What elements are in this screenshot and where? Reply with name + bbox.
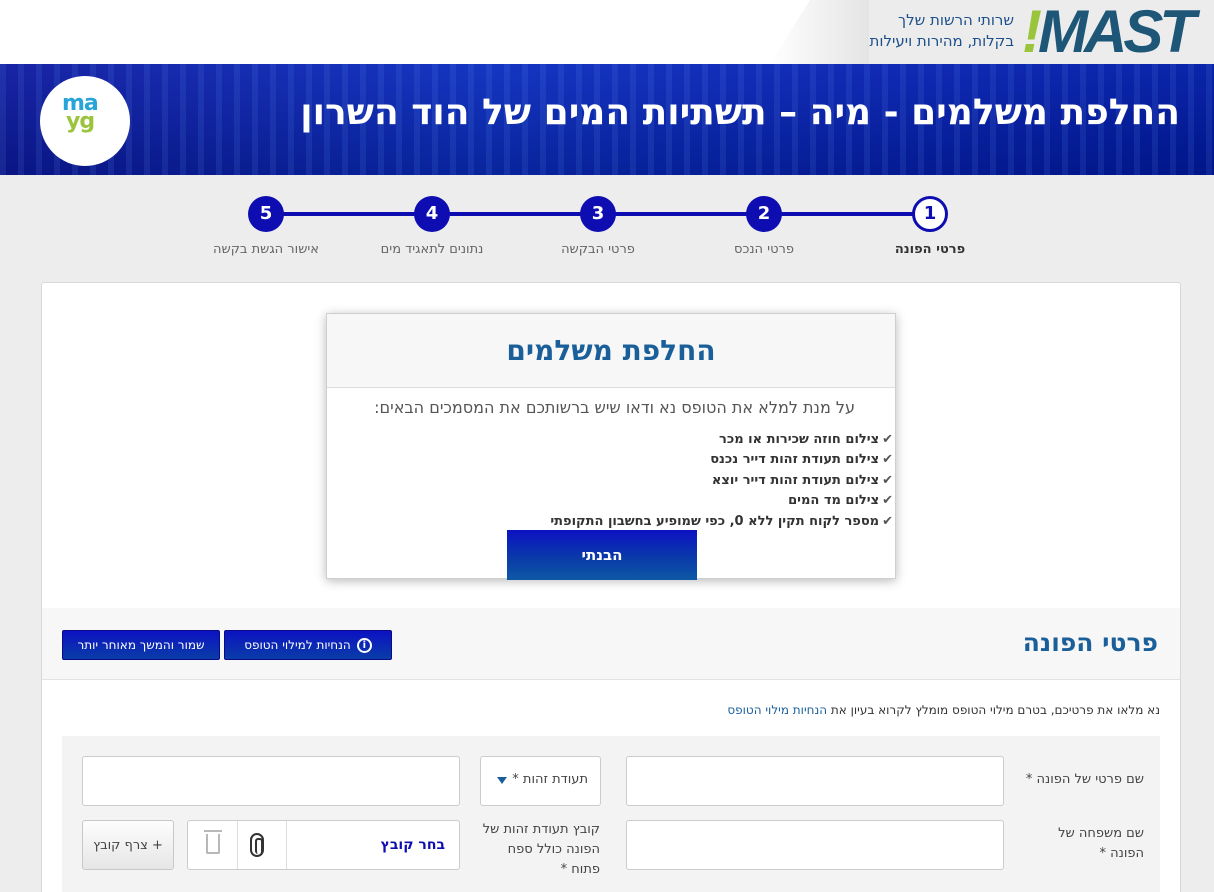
list-item: ✔מספר לקוח תקין ללא 0, כפי שמופיע בחשבון…	[550, 512, 893, 532]
check-icon: ✔	[882, 493, 893, 509]
divider	[286, 821, 287, 869]
trash-icon[interactable]	[204, 830, 222, 854]
first-name-label: שם פרטי של הפונה *	[1025, 772, 1144, 787]
tagline-line-2: בקלות, מהירות ויעילות	[869, 32, 1015, 50]
list-item-text: צילום מד המים	[788, 493, 880, 509]
modal-title: החלפת משלמים	[506, 334, 716, 367]
step-2-number: 2	[746, 196, 782, 232]
last-name-label: שם משפחה של הפונה *	[1058, 826, 1144, 861]
step-3[interactable]: 3 פרטי הבקשה	[528, 196, 668, 257]
list-item: ✔צילום תעודת זהות דייר נכנס	[550, 450, 893, 470]
note-text: נא מלאו את פרטיכם, בטרם מילוי הטופס מומל…	[827, 703, 1160, 717]
step-1-label: פרטי הפונה	[894, 242, 966, 257]
header-divider	[770, 0, 870, 64]
check-icon: ✔	[882, 472, 893, 488]
list-item: ✔צילום חוזה שכירות או מכר	[550, 430, 893, 450]
list-item-text: צילום תעודת זהות דייר יוצא	[711, 472, 880, 488]
divider	[237, 821, 238, 869]
step-4-label: נתונים לתאגיד מים	[380, 242, 484, 257]
modal-header: החלפת משלמים	[327, 314, 895, 388]
step-3-label: פרטי הבקשה	[561, 242, 635, 257]
step-5-number: 5	[248, 196, 284, 232]
step-3-number: 3	[580, 196, 616, 232]
first-name-input[interactable]	[626, 756, 1004, 806]
modal-intro: על מנת למלא את הטופס נא ודאו שיש ברשותכם…	[374, 398, 855, 417]
list-item-text: צילום תעודת זהות דייר נכנס	[710, 452, 880, 468]
mast-logo[interactable]: MAST!	[1022, 2, 1196, 62]
section-title: פרטי הפונה	[1022, 628, 1158, 657]
top-bar: MAST! שרותי הרשות שלך בקלות, מהירות ויעי…	[0, 0, 1214, 64]
understood-button[interactable]: הבנתי	[507, 530, 697, 580]
mast-logo-text: MAST	[1038, 0, 1196, 65]
instructions-modal: החלפת משלמים על מנת למלא את הטופס נא ודא…	[326, 313, 896, 580]
mast-logo-mark: !	[1022, 0, 1042, 65]
step-2[interactable]: 2 פרטי הנכס	[694, 196, 834, 257]
check-icon: ✔	[882, 452, 893, 468]
id-file-label: קובץ תעודת זהות של הפונה כולל ספח פתוח *	[482, 822, 600, 877]
info-icon: i	[356, 637, 372, 653]
partner-logo: ma yg	[40, 76, 130, 166]
id-number-input[interactable]	[82, 756, 460, 806]
form-guide-link[interactable]: הנחיות מילוי הטופס	[727, 703, 827, 717]
list-item: ✔צילום תעודת זהות דייר יוצא	[550, 471, 893, 491]
instructions-note: נא מלאו את פרטיכם, בטרם מילוי הטופס מומל…	[727, 703, 1160, 717]
save-later-button[interactable]: שמור והמשך מאוחר יותר	[62, 630, 220, 660]
id-type-select[interactable]: תעודת זהות *	[480, 756, 601, 806]
last-name-input[interactable]	[626, 820, 1004, 870]
applicant-form: שם פרטי של הפונה * תעודת זהות * שם משפחה…	[62, 736, 1160, 892]
form-guide-button[interactable]: i הנחיות למילוי הטופס	[224, 630, 392, 660]
list-item-text: מספר לקוח תקין ללא 0, כפי שמופיע בחשבון …	[550, 513, 880, 529]
page-banner: החלפת משלמים - מיה – תשתיות המים של הוד …	[0, 64, 1214, 175]
list-item: ✔צילום מד המים	[550, 491, 893, 511]
step-5-label: אישור הגשת בקשה	[213, 242, 319, 257]
chevron-down-icon	[497, 777, 507, 784]
form-guide-label: הנחיות למילוי הטופס	[244, 637, 351, 652]
choose-file-button[interactable]: בחר קובץ	[381, 837, 445, 853]
step-1-number: 1	[912, 196, 948, 232]
check-icon: ✔	[882, 432, 893, 447]
check-icon: ✔	[882, 513, 893, 529]
step-4[interactable]: 4 נתונים לתאגיד מים	[362, 196, 502, 257]
documents-list: ✔צילום חוזה שכירות או מכר ✔צילום תעודת ז…	[550, 430, 893, 532]
list-item-text: צילום חוזה שכירות או מכר	[719, 432, 880, 447]
step-4-number: 4	[414, 196, 450, 232]
partner-logo-text-2: yg	[66, 109, 95, 134]
paperclip-icon	[250, 833, 264, 857]
step-2-label: פרטי הנכס	[734, 242, 794, 257]
tagline: שרותי הרשות שלך בקלות, מהירות ויעילות	[870, 10, 1015, 52]
progress-stepper: 1 פרטי הפונה 2 פרטי הנכס 3 פרטי הבקשה 4 …	[213, 196, 1000, 266]
step-1[interactable]: 1 פרטי הפונה	[860, 196, 1000, 257]
section-header: פרטי הפונה i הנחיות למילוי הטופס שמור והמ…	[42, 608, 1180, 680]
id-type-selected: תעודת זהות *	[512, 772, 588, 787]
id-file-upload[interactable]: בחר קובץ	[187, 820, 460, 870]
tagline-line-1: שרותי הרשות שלך	[898, 11, 1014, 29]
step-5[interactable]: 5 אישור הגשת בקשה	[196, 196, 336, 257]
attach-file-button[interactable]: + צרף קובץ	[82, 820, 174, 870]
page-title: החלפת משלמים - מיה – תשתיות המים של הוד …	[300, 92, 1180, 133]
